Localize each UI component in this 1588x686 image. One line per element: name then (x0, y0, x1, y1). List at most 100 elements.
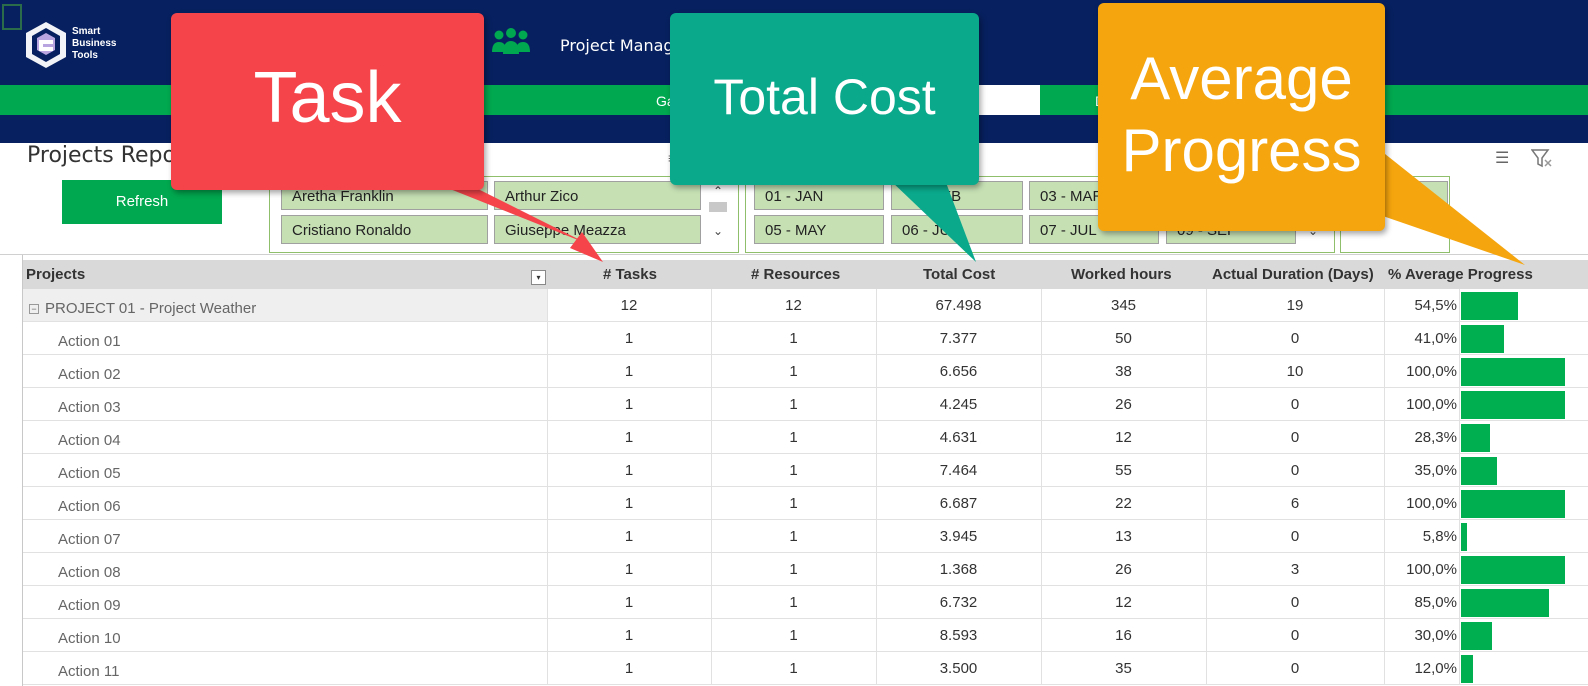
cell-duration: 0 (1290, 660, 1300, 677)
table-row[interactable]: Action 03 1 1 4.245 26 0 100,0% (23, 388, 1588, 421)
cell-resources: 1 (789, 462, 798, 479)
slicer-item-jan[interactable]: 01 - JAN (754, 181, 884, 210)
column-divider (1459, 487, 1460, 519)
cell-total-cost: 3.500 (939, 660, 978, 677)
cell-total-cost: 7.377 (939, 330, 978, 347)
cell-tasks: 1 (624, 462, 634, 479)
cell-name[interactable]: Action 09 (23, 586, 547, 618)
cell-name[interactable]: Action 03 (23, 388, 547, 420)
cell-resources: 1 (789, 660, 798, 677)
table-row[interactable]: Action 02 1 1 6.656 38 10 100,0% (23, 355, 1588, 388)
column-divider (1459, 355, 1460, 387)
collapse-toggle-icon[interactable]: − (29, 304, 39, 314)
column-divider (1459, 586, 1460, 618)
cell-tasks: 12 (620, 297, 638, 314)
cell-resources: 1 (789, 495, 798, 512)
col-header-duration[interactable]: Actual Duration (Days) (1212, 266, 1374, 283)
slicer-item-arthur-zico[interactable]: Arthur Zico (494, 181, 701, 210)
slicer-scroll-down-icon[interactable]: ⌄ (707, 224, 729, 238)
cell-name[interactable]: Action 05 (23, 454, 547, 486)
table-row[interactable]: Action 06 1 1 6.687 22 6 100,0% (23, 487, 1588, 520)
project-row[interactable]: − PROJECT 01 - Project Weather 12 12 67.498 3… (23, 289, 1588, 322)
cell-worked-hours: 26 (1115, 396, 1132, 413)
progress-databar (1461, 457, 1497, 485)
cell-resources: 1 (789, 396, 798, 413)
cell-progress-pct: 30,0% (1414, 627, 1457, 644)
cell-resources: 1 (789, 363, 798, 380)
projects-filter-dropdown-icon[interactable]: ▾ (531, 270, 546, 285)
table-row[interactable]: Action 09 1 1 6.732 12 0 85,0% (23, 586, 1588, 619)
cell-tasks: 1 (624, 495, 634, 512)
table-row[interactable]: Action 04 1 1 4.631 12 0 28,3% (23, 421, 1588, 454)
table-row[interactable]: Action 10 1 1 8.593 16 0 30,0% (23, 619, 1588, 652)
cell-duration: 0 (1290, 330, 1300, 347)
multi-select-icon[interactable]: ☰ (1495, 148, 1509, 168)
row-label: Action 05 (58, 465, 121, 482)
table-row[interactable]: Action 07 1 1 3.945 13 0 5,8% (23, 520, 1588, 553)
slicer-scroll-up-icon[interactable]: ⌃ (707, 184, 729, 198)
cell-total-cost: 7.464 (939, 462, 978, 479)
cell-duration: 0 (1290, 528, 1300, 545)
slicer-item-may[interactable]: 05 - MAY (754, 215, 884, 244)
cell-tasks: 1 (624, 561, 634, 578)
cell-progress-pct: 100,0% (1406, 561, 1457, 578)
row-label: Action 04 (58, 432, 121, 449)
column-divider (1459, 619, 1460, 651)
row-label: Action 08 (58, 564, 121, 581)
cell-name[interactable]: Action 04 (23, 421, 547, 453)
logo-line-1: Smart (72, 26, 101, 37)
progress-databar (1461, 589, 1549, 617)
col-header-resources[interactable]: # Resources (751, 266, 840, 283)
cell-name[interactable]: Action 10 (23, 619, 547, 651)
table-row[interactable]: Action 05 1 1 7.464 55 0 35,0% (23, 454, 1588, 487)
cell-total-cost: 3.945 (939, 528, 978, 545)
people-icon (492, 28, 530, 54)
table-row[interactable]: Action 01 1 1 7.377 50 0 41,0% (23, 322, 1588, 355)
selected-cell-marker[interactable] (2, 4, 22, 30)
cell-name[interactable]: Action 06 (23, 487, 547, 519)
cell-name[interactable]: Action 08 (23, 553, 547, 585)
cell-progress-pct: 12,0% (1414, 660, 1457, 677)
column-divider (1459, 454, 1460, 486)
slicer-item-jun[interactable]: 06 - JU (891, 215, 1023, 244)
cell-name[interactable]: Action 01 (23, 322, 547, 354)
table-row[interactable]: Action 11 1 1 3.500 35 0 12,0% (23, 652, 1588, 685)
cell-name[interactable]: − PROJECT 01 - Project Weather (23, 289, 547, 321)
progress-databar (1461, 655, 1473, 683)
row-label: Action 01 (58, 333, 121, 350)
slicer-scrollbar-thumb[interactable] (709, 202, 727, 212)
progress-databar (1461, 523, 1467, 551)
cell-progress-pct: 100,0% (1406, 363, 1457, 380)
cell-progress-pct: 100,0% (1406, 396, 1457, 413)
cell-duration: 0 (1290, 594, 1300, 611)
cell-progress-pct: 100,0% (1406, 495, 1457, 512)
slicer-item-feb[interactable]: FEB (891, 181, 1023, 210)
clear-filter-icon[interactable] (1531, 148, 1553, 168)
cell-duration: 19 (1286, 297, 1304, 314)
slicer-item-giuseppe-meazza[interactable]: Giuseppe Meazza (494, 215, 701, 244)
cell-tasks: 1 (624, 594, 634, 611)
slicer-item-cristiano-ronaldo[interactable]: Cristiano Ronaldo (281, 215, 488, 244)
progress-databar (1461, 391, 1565, 419)
col-header-projects[interactable]: Projects (26, 266, 85, 283)
cell-tasks: 1 (624, 363, 634, 380)
col-header-total-cost[interactable]: Total Cost (923, 266, 995, 283)
cell-total-cost: 67.498 (935, 297, 982, 314)
cell-resources: 12 (785, 297, 802, 314)
col-header-tasks[interactable]: # Tasks (603, 266, 657, 283)
col-header-worked-hours[interactable]: Worked hours (1071, 266, 1172, 283)
progress-databar (1461, 424, 1490, 452)
cell-progress-pct: 41,0% (1414, 330, 1457, 347)
smart-business-tools-logo (26, 22, 66, 68)
cell-progress-pct: 28,3% (1414, 429, 1457, 446)
table-row[interactable]: Action 08 1 1 1.368 26 3 100,0% (23, 553, 1588, 586)
cell-name[interactable]: Action 07 (23, 520, 547, 552)
cell-name[interactable]: Action 11 (23, 652, 547, 684)
cell-total-cost: 8.593 (939, 627, 978, 644)
cell-total-cost: 6.687 (939, 495, 978, 512)
cell-name[interactable]: Action 02 (23, 355, 547, 387)
cell-tasks: 1 (624, 627, 634, 644)
cell-worked-hours: 12 (1115, 594, 1132, 611)
col-header-progress[interactable]: % Average Progress (1388, 266, 1533, 283)
cell-resources: 1 (789, 528, 798, 545)
